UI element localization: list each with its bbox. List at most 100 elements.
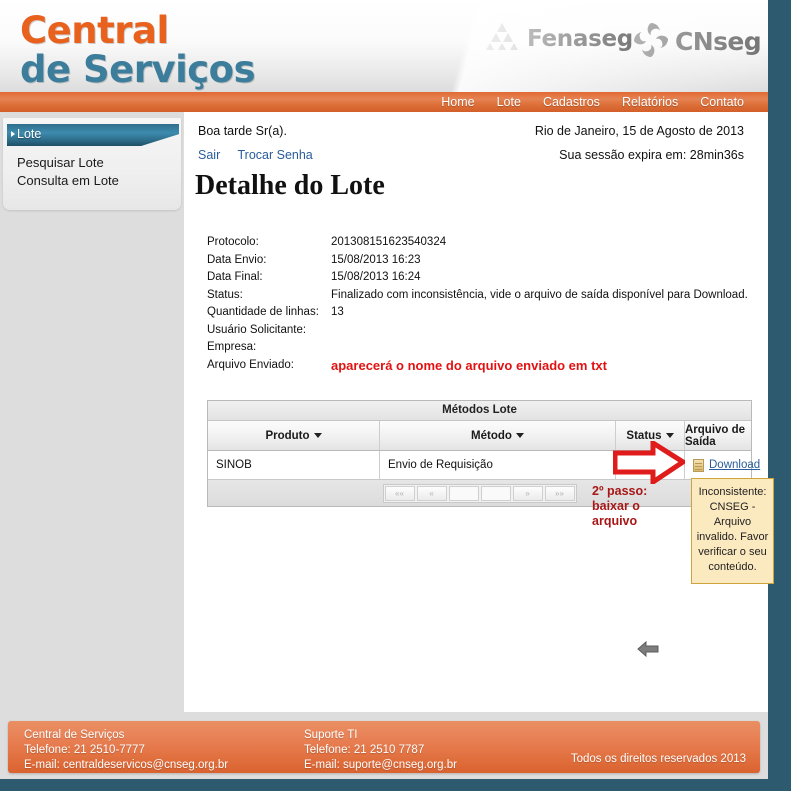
- nav-item-home[interactable]: Home: [441, 95, 474, 109]
- detail-label: Data Envio:: [207, 253, 267, 266]
- site-logo: Central de Serviços: [20, 9, 256, 91]
- body-region: Lote Pesquisar Lote Consulta em Lote Boa…: [0, 112, 768, 712]
- footer-email: E-mail: centraldeservicos@cnseg.org.br: [24, 759, 229, 771]
- detail-value: 201308151623540324: [331, 236, 447, 248]
- footer-area: Central de Serviços Telefone: 21 2510-77…: [0, 712, 768, 779]
- footer-title: Suporte TI: [304, 729, 358, 741]
- sidebar-section-header: Lote: [7, 124, 179, 146]
- session-expiry-text: Sua sessão expira em: 28min36s: [559, 148, 744, 162]
- pagination-first-button[interactable]: ««: [384, 485, 415, 501]
- detail-value: Finalizado com inconsistência, vide o ar…: [331, 288, 748, 301]
- chevron-right-icon: [11, 131, 15, 137]
- detail-row-data-final: Data Final: 15/08/2013 16:24: [207, 269, 752, 287]
- footer-phone: Telefone: 21 2510 7787: [304, 744, 425, 756]
- footer-email: E-mail: suporte@cnseg.org.br: [304, 759, 457, 771]
- cell-metodo: Envio de Requisição: [380, 451, 616, 479]
- detail-value: [331, 322, 752, 340]
- pagination-last-button[interactable]: »»: [544, 485, 575, 501]
- lote-details: Protocolo: 201308151623540324 Data Envio…: [207, 234, 752, 374]
- page-title: Detalhe do Lote: [195, 170, 385, 201]
- greeting-text: Boa tarde Sr(a).: [198, 124, 287, 138]
- auth-links: Sair Trocar Senha: [198, 148, 327, 162]
- detail-row-empresa: Empresa:: [207, 339, 752, 357]
- cnseg-pinwheel-icon: [630, 20, 672, 63]
- sort-descending-icon[interactable]: [665, 433, 674, 438]
- detail-label: Quantidade de linhas:: [207, 306, 319, 318]
- nav-item-contato[interactable]: Contato: [700, 95, 744, 109]
- nav-item-cadastros[interactable]: Cadastros: [543, 95, 600, 109]
- sidebar-panel: Lote Pesquisar Lote Consulta em Lote: [3, 118, 181, 210]
- site-footer: Central de Serviços Telefone: 21 2510-77…: [8, 721, 760, 773]
- column-label: Método: [471, 429, 512, 442]
- main-navigation[interactable]: Home Lote Cadastros Relatórios Contato: [0, 92, 768, 112]
- annotation-step-2: 2º passo: baixar o arquivo: [592, 484, 648, 528]
- error-circle-icon[interactable]: [643, 458, 657, 472]
- annotation-arquivo-enviado: aparecerá o nome do arquivo enviado em t…: [331, 357, 607, 373]
- pagination-prev-button[interactable]: «: [416, 485, 447, 501]
- detail-value: 15/08/2013 16:23: [331, 253, 421, 266]
- pagination-page-field-2[interactable]: [480, 485, 511, 501]
- page-sheet: Central de Serviços Fenaseg CNseg Home L…: [0, 0, 768, 779]
- cnseg-label: CNseg: [675, 27, 762, 56]
- detail-row-usuario-solicitante: Usuário Solicitante:: [207, 322, 752, 340]
- cnseg-logo: CNseg: [630, 20, 762, 63]
- detail-label: Usuário Solicitante:: [207, 323, 307, 336]
- column-header-metodo[interactable]: Método: [380, 421, 616, 450]
- column-header-produto[interactable]: Produto: [208, 421, 380, 450]
- logo-line-1: Central: [20, 9, 169, 52]
- city-date-text: Rio de Janeiro, 15 de Agosto de 2013: [534, 124, 744, 138]
- column-label: Status: [626, 429, 662, 442]
- pagination-page-field-1[interactable]: [448, 485, 479, 501]
- sort-descending-icon[interactable]: [515, 433, 524, 438]
- cell-produto: SINOB: [208, 451, 380, 479]
- footer-title: Central de Serviços: [24, 729, 125, 741]
- cell-status: [616, 451, 685, 479]
- sidebar-title: Lote: [17, 127, 42, 141]
- detail-row-data-envio: Data Envio: 15/08/2013 16:23: [207, 252, 752, 270]
- status-tooltip: Inconsistente: CNSEG - Arquivo invalido.…: [691, 478, 774, 584]
- column-header-status[interactable]: Status: [616, 421, 685, 450]
- footer-column-suporte: Suporte TI Telefone: 21 2510 7787 E-mail…: [304, 728, 457, 773]
- logout-link[interactable]: Sair: [198, 148, 220, 162]
- detail-value: 13: [331, 306, 344, 318]
- download-link[interactable]: Download: [709, 459, 760, 471]
- logo-line-2: de Serviços: [20, 48, 256, 91]
- sidebar-item-pesquisar-lote[interactable]: Pesquisar Lote: [17, 154, 177, 172]
- pagination-controls[interactable]: «« « » »»: [382, 483, 577, 503]
- sidebar-item-consulta-em-lote[interactable]: Consulta em Lote: [17, 172, 177, 190]
- detail-label: Protocolo:: [207, 236, 259, 248]
- pagination-next-button[interactable]: »: [512, 485, 543, 501]
- detail-label: Status:: [207, 288, 243, 301]
- sidebar: Lote Pesquisar Lote Consulta em Lote: [0, 112, 184, 712]
- detail-label: Empresa:: [207, 341, 257, 353]
- fenaseg-logo: Fenaseg: [484, 22, 633, 55]
- content-panel: Boa tarde Sr(a). Sair Trocar Senha Rio d…: [184, 112, 768, 712]
- sidebar-menu: Pesquisar Lote Consulta em Lote: [17, 154, 177, 190]
- table-caption: Métodos Lote: [208, 401, 751, 421]
- nav-item-lote[interactable]: Lote: [497, 95, 521, 109]
- column-label: Produto: [265, 429, 310, 442]
- detail-value: 15/08/2013 16:24: [331, 271, 421, 283]
- detail-value: [331, 339, 752, 357]
- nav-item-relatorios[interactable]: Relatórios: [622, 95, 678, 109]
- footer-phone: Telefone: 21 2510-7777: [24, 744, 145, 756]
- column-label: Arquivo de Saída: [685, 423, 746, 448]
- detail-row-status: Status: Finalizado com inconsistência, v…: [207, 287, 752, 305]
- detail-row-arquivo-enviado: Arquivo Enviado: aparecerá o nome do arq…: [207, 357, 752, 375]
- site-header: Central de Serviços Fenaseg CNseg: [0, 0, 768, 92]
- back-arrow-icon[interactable]: [637, 639, 659, 659]
- footer-column-central: Central de Serviços Telefone: 21 2510-77…: [24, 728, 228, 773]
- detail-row-protocolo: Protocolo: 201308151623540324: [207, 234, 752, 252]
- fenaseg-triangle-icon: [484, 22, 520, 55]
- detail-row-quantidade-linhas: Quantidade de linhas: 13: [207, 304, 752, 322]
- cell-arquivo-saida: Download: [685, 451, 760, 479]
- column-header-arquivo-saida: Arquivo de Saída: [685, 421, 751, 450]
- sort-descending-icon[interactable]: [313, 433, 322, 438]
- file-icon: [693, 458, 704, 472]
- fenaseg-label: Fenaseg: [527, 25, 633, 52]
- change-password-link[interactable]: Trocar Senha: [237, 148, 312, 162]
- footer-copyright: Todos os direitos reservados 2013: [570, 753, 746, 765]
- detail-label: Data Final:: [207, 271, 263, 283]
- detail-label: Arquivo Enviado:: [207, 358, 294, 371]
- table-row: SINOB Envio de Requisição Download: [208, 451, 760, 479]
